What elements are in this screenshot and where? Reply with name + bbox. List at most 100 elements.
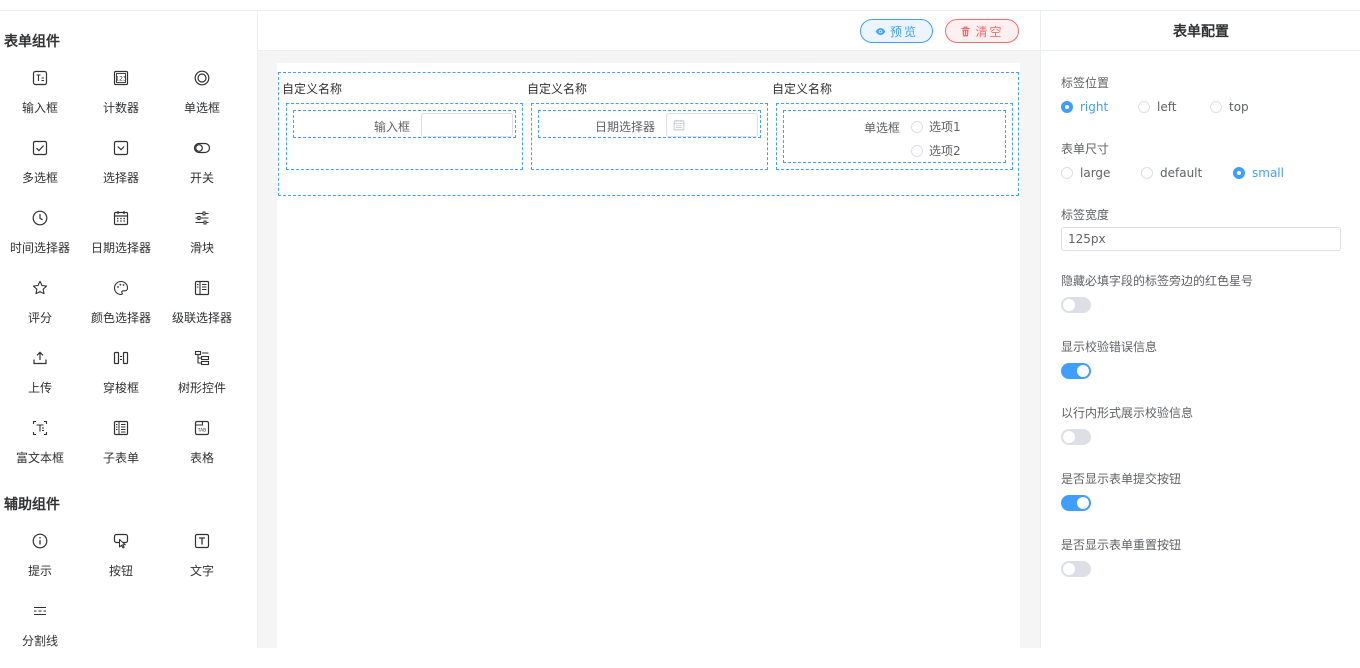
svg-text:TAB: TAB xyxy=(197,428,207,434)
design-area: 预览 清空 自定义名称 输入框 自定义名称 日期选择器 自定义名称 单选框 选项… xyxy=(258,11,1040,648)
label-position-radio-group: right left top xyxy=(1061,100,1249,114)
show-submit-switch[interactable] xyxy=(1061,495,1091,511)
grid-column[interactable]: 输入框 xyxy=(286,103,523,170)
form-item-label: 日期选择器 xyxy=(594,120,655,134)
richtext-icon xyxy=(31,419,49,437)
svg-text:123: 123 xyxy=(115,76,127,83)
hide-asterisk-label: 隐藏必填字段的标签旁边的红色星号 xyxy=(1061,274,1254,288)
select-icon xyxy=(112,139,130,157)
form-item-label: 输入框 xyxy=(373,120,410,134)
preview-button[interactable]: 预览 xyxy=(860,19,933,43)
radio-dot xyxy=(1061,167,1073,179)
text-input[interactable] xyxy=(421,113,513,137)
component-transfer[interactable]: 穿梭框 xyxy=(81,345,161,415)
radio-label: left xyxy=(1157,100,1177,114)
grid-column[interactable]: 日期选择器 xyxy=(531,103,768,170)
component-time-picker[interactable]: 时间选择器 xyxy=(0,205,80,275)
form-components-grid: 输入框 123 计数器 单选框 多选框 选择器 开关 时间选择器 日期选择器 滑… xyxy=(0,65,250,485)
checkbox-icon xyxy=(31,139,49,157)
component-label: 提示 xyxy=(27,564,52,578)
component-input[interactable]: 输入框 xyxy=(0,65,80,135)
show-reset-switch[interactable] xyxy=(1061,561,1091,577)
show-validation-switch[interactable] xyxy=(1061,363,1091,379)
form-size-label: 表单尺寸 xyxy=(1061,142,1110,156)
radio-option[interactable]: 选项1 xyxy=(911,118,961,135)
form-size-radio-group: large default small xyxy=(1061,166,1284,180)
eye-icon xyxy=(875,26,886,37)
radio-option-label: 选项2 xyxy=(929,144,961,158)
component-label: 计数器 xyxy=(102,101,139,115)
label-position-label: 标签位置 xyxy=(1061,76,1110,90)
upload-icon xyxy=(31,349,49,367)
column-title: 自定义名称 xyxy=(772,82,833,96)
component-counter[interactable]: 123 计数器 xyxy=(81,65,161,135)
clock-icon xyxy=(31,209,49,227)
component-select[interactable]: 选择器 xyxy=(81,135,161,205)
form-canvas: 自定义名称 输入框 自定义名称 日期选择器 自定义名称 单选框 选项1 选项2 xyxy=(277,63,1020,648)
show-submit-label: 是否显示表单提交按钮 xyxy=(1061,472,1182,486)
grid-column[interactable]: 单选框 选项1 选项2 xyxy=(776,103,1013,170)
radio-label: top xyxy=(1229,100,1249,114)
component-slider[interactable]: 滑块 xyxy=(162,205,242,275)
component-text[interactable]: 文字 xyxy=(162,528,242,598)
form-item-radio[interactable]: 单选框 选项1 选项2 xyxy=(783,110,1006,163)
label-position-left[interactable]: left xyxy=(1138,100,1210,114)
component-upload[interactable]: 上传 xyxy=(0,345,80,415)
date-input[interactable] xyxy=(666,113,758,137)
inline-validation-switch[interactable] xyxy=(1061,429,1091,445)
component-label: 评分 xyxy=(27,311,52,325)
radio-circle xyxy=(911,120,923,133)
form-size-small[interactable]: small xyxy=(1233,166,1284,180)
toolbar: 预览 清空 xyxy=(258,11,1040,51)
component-label: 时间选择器 xyxy=(9,241,70,255)
star-icon xyxy=(31,279,49,297)
component-date-picker[interactable]: 日期选择器 xyxy=(81,205,161,275)
radio-label: right xyxy=(1080,100,1109,114)
radio-dot xyxy=(1138,101,1150,113)
label-width-input[interactable]: 125px xyxy=(1061,227,1341,251)
text-icon xyxy=(193,532,211,550)
hide-asterisk-switch[interactable] xyxy=(1061,297,1091,313)
trash-icon xyxy=(960,25,971,37)
component-label: 按钮 xyxy=(108,564,133,578)
component-radio[interactable]: 单选框 xyxy=(162,65,242,135)
component-button[interactable]: 按钮 xyxy=(81,528,161,598)
radio-label: large xyxy=(1080,166,1111,180)
clear-button[interactable]: 清空 xyxy=(945,19,1019,43)
radio-option[interactable]: 选项2 xyxy=(911,142,961,159)
info-icon xyxy=(31,532,49,550)
component-divider[interactable]: 分割线 xyxy=(0,598,80,668)
form-size-large[interactable]: large xyxy=(1061,166,1141,180)
radio-dot xyxy=(1141,167,1153,179)
form-components-title: 表单组件 xyxy=(4,34,60,50)
form-size-default[interactable]: default xyxy=(1141,166,1233,180)
component-label: 滑块 xyxy=(189,241,214,255)
component-subform[interactable]: 子表单 xyxy=(81,415,161,485)
component-label: 上传 xyxy=(27,381,52,395)
component-cascader[interactable]: 级联选择器 xyxy=(162,275,242,345)
preview-label: 预览 xyxy=(889,24,918,39)
component-color-picker[interactable]: 颜色选择器 xyxy=(81,275,161,345)
component-checkbox[interactable]: 多选框 xyxy=(0,135,80,205)
component-rich-text[interactable]: 富文本框 xyxy=(0,415,80,485)
component-label: 分割线 xyxy=(21,634,58,648)
component-label: 表格 xyxy=(189,451,214,465)
form-item-date[interactable]: 日期选择器 xyxy=(538,110,761,138)
table-tab-icon: TAB xyxy=(193,419,211,437)
radio-label: small xyxy=(1252,166,1284,180)
component-rate[interactable]: 评分 xyxy=(0,275,80,345)
component-label: 输入框 xyxy=(21,101,58,115)
component-table[interactable]: TAB 表格 xyxy=(162,415,242,485)
label-position-top[interactable]: top xyxy=(1210,100,1249,114)
component-label: 树形控件 xyxy=(177,381,226,395)
grid-row[interactable]: 自定义名称 输入框 自定义名称 日期选择器 自定义名称 单选框 选项1 选项2 xyxy=(278,72,1019,196)
component-label: 富文本框 xyxy=(15,451,64,465)
component-alert[interactable]: 提示 xyxy=(0,528,80,598)
component-tree[interactable]: 树形控件 xyxy=(162,345,242,415)
component-switch[interactable]: 开关 xyxy=(162,135,242,205)
component-label: 子表单 xyxy=(102,451,139,465)
form-item-input[interactable]: 输入框 xyxy=(293,110,516,138)
component-label: 单选框 xyxy=(183,101,220,115)
label-position-right[interactable]: right xyxy=(1061,100,1138,114)
subform-icon xyxy=(112,419,130,437)
